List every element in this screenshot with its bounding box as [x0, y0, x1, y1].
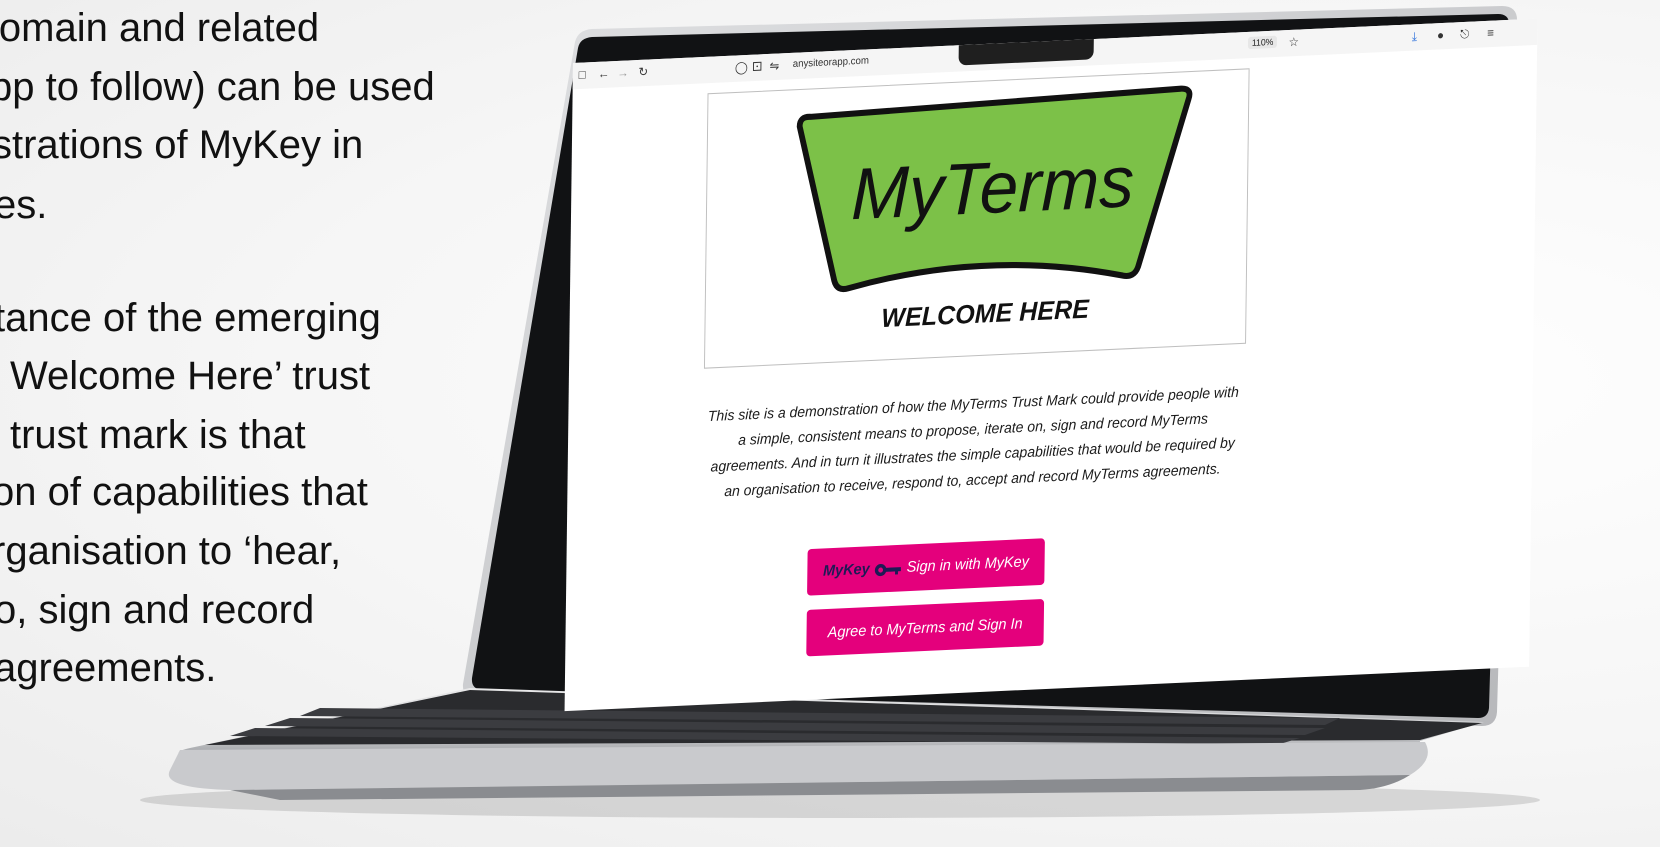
description: This site is a demonstration of how the … [683, 379, 1263, 507]
reload-icon[interactable]: ↻ [638, 64, 648, 81]
key-icon [874, 563, 901, 576]
logo-tagline: WELCOME HERE [881, 295, 1090, 333]
menu-icon[interactable]: ≡ [1487, 25, 1494, 42]
sign-in-with-mykey-button[interactable]: MyKey Sign in with MyKey [807, 538, 1045, 596]
account-icon[interactable]: ⎋ [1460, 26, 1469, 43]
logo-wordmark: MyTerms [851, 142, 1135, 236]
lock-icon[interactable]: ⚀ [752, 58, 762, 75]
browser-window: □ ← → ↻ ◯ ⚀ ⇋ anysiteorapp.com 110% ☆ ⤓ … [564, 18, 1538, 712]
permissions-icon[interactable]: ⇋ [769, 58, 780, 75]
agree-and-sign-in-button[interactable]: Agree to MyTerms and Sign In [806, 598, 1045, 657]
sidebar-icon[interactable]: □ [579, 66, 586, 83]
download-icon[interactable]: ⤓ [1412, 28, 1417, 44]
back-arrow-icon[interactable]: ← [598, 65, 610, 82]
logo-frame: MyTerms WELCOME HERE [703, 68, 1250, 369]
web-page: MyTerms WELCOME HERE This site is a demo… [565, 45, 1538, 711]
shield-icon[interactable]: ◯ [735, 59, 748, 76]
url-text[interactable]: anysiteorapp.com [793, 55, 869, 70]
extension-icon[interactable]: ● [1437, 27, 1444, 44]
mykey-button-label: Sign in with MyKey [906, 553, 1030, 577]
bookmark-star-icon[interactable]: ☆ [1288, 34, 1299, 51]
myterms-logo: MyTerms WELCOME HERE [796, 85, 1193, 333]
agree-button-label: Agree to MyTerms and Sign In [827, 614, 1023, 641]
zoom-level[interactable]: 110% [1247, 35, 1278, 50]
mykey-brand: MyKey [822, 560, 870, 581]
forward-arrow-icon[interactable]: → [617, 64, 629, 81]
